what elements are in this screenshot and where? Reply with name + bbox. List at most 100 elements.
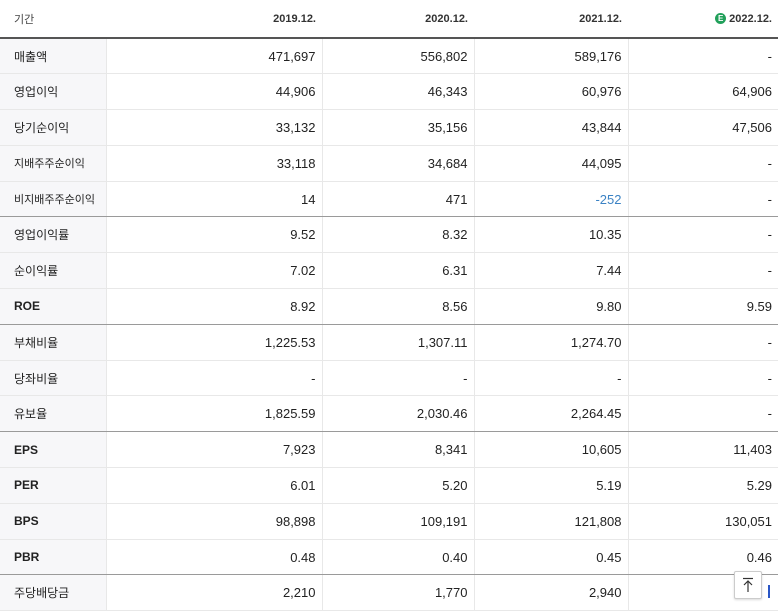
cell-value: 47,506 [627, 109, 778, 146]
table-row-net-income: 당기순이익 33,132 35,156 43,844 47,506 [0, 109, 778, 146]
table-row-per: PER 6.01 5.20 5.19 5.29 [0, 467, 778, 504]
cell-value: 556,802 [321, 38, 474, 75]
cell-value: 471 [321, 181, 474, 218]
cell-value: - [627, 395, 778, 433]
cell-value-negative: -252 [473, 181, 628, 218]
row-label: PER [0, 467, 106, 504]
table-row-operating-profit: 영업이익 44,906 46,343 60,976 64,906 [0, 73, 778, 111]
table-row-bps: BPS 98,898 109,191 121,808 130,051 [0, 503, 778, 540]
cell-value: 33,132 [105, 109, 322, 146]
cell-value: 64,906 [627, 73, 778, 111]
row-label: 유보율 [0, 395, 106, 433]
cell-value: 6.31 [321, 252, 474, 290]
table-row-net-margin: 순이익률 7.02 6.31 7.44 - [0, 252, 778, 290]
cell-value: 9.59 [627, 288, 778, 325]
year-label: 2021.12. [579, 12, 622, 25]
cell-value: 5.20 [321, 467, 474, 504]
cell-value: 35,156 [321, 109, 474, 146]
cell-value: 11,403 [627, 431, 778, 469]
table-row-operating-margin: 영업이익률 9.52 8.32 10.35 - [0, 216, 778, 254]
cell-value: 5.19 [473, 467, 628, 504]
cell-value: 2,030.46 [321, 395, 474, 433]
table-row-reserve-ratio: 유보율 1,825.59 2,030.46 2,264.45 - [0, 395, 778, 433]
cell-value: 60,976 [473, 73, 628, 111]
cell-value: - [627, 324, 778, 361]
cell-value: 8.32 [321, 216, 474, 254]
cell-value: - [627, 145, 778, 182]
cell-value: 0.46 [627, 539, 778, 576]
table-row-dividend-per-share: 주당배당금 2,210 1,770 2,940 [0, 574, 778, 611]
cell-value: 44,095 [473, 145, 628, 182]
table-row-revenue: 매출액 471,697 556,802 589,176 - [0, 38, 778, 75]
cell-value: 1,274.70 [473, 324, 628, 361]
row-label: PBR [0, 539, 106, 576]
cell-value: 43,844 [473, 109, 628, 146]
cell-value: 8,341 [321, 431, 474, 469]
cell-value: - [627, 216, 778, 254]
year-label: 2019.12. [273, 12, 316, 25]
cell-value: 1,770 [321, 574, 474, 611]
cell-value: 1,825.59 [105, 395, 322, 433]
cell-value: 130,051 [627, 503, 778, 540]
scroll-to-top-button[interactable] [734, 571, 762, 599]
cell-value: 121,808 [473, 503, 628, 540]
cell-value: 5.29 [627, 467, 778, 504]
cell-value: - [627, 252, 778, 290]
cell-value: - [321, 360, 474, 397]
row-label: 당기순이익 [0, 109, 106, 146]
row-label: ROE [0, 288, 106, 325]
row-label: 영업이익 [0, 73, 106, 111]
cell-value: 7.02 [105, 252, 322, 290]
year-header-2020: 2020.12. [322, 0, 474, 39]
table-header-row: 기간 2019.12. 2020.12. 2021.12. E 2022.12. [0, 0, 778, 39]
cell-value: 0.40 [321, 539, 474, 576]
row-label: 부채비율 [0, 324, 106, 361]
table-row-controlling-net-income: 지배주주순이익 33,118 34,684 44,095 - [0, 145, 778, 182]
cell-value: 6.01 [105, 467, 322, 504]
cell-value: - [473, 360, 628, 397]
period-header: 기간 [0, 0, 106, 39]
cell-value: 10.35 [473, 216, 628, 254]
table-row-quick-ratio: 당좌비율 - - - - [0, 360, 778, 397]
year-header-2022-estimate: E 2022.12. [628, 0, 778, 39]
arrow-up-icon [743, 577, 753, 592]
cell-value: 471,697 [105, 38, 322, 75]
cell-value: 34,684 [321, 145, 474, 182]
cell-value: 1,225.53 [105, 324, 322, 361]
cell-value: - [105, 360, 322, 397]
row-label: 비지배주주순이익 [0, 181, 106, 218]
year-label: 2022.12. [729, 12, 772, 25]
row-label: 지배주주순이익 [0, 145, 106, 182]
row-label: 영업이익률 [0, 216, 106, 254]
cell-value: 9.80 [473, 288, 628, 325]
cell-value: - [627, 360, 778, 397]
cell-value: 2,940 [473, 574, 628, 611]
cell-value: 7,923 [105, 431, 322, 469]
year-header-2019: 2019.12. [106, 0, 322, 39]
cell-value: 2,210 [105, 574, 322, 611]
row-label: BPS [0, 503, 106, 540]
row-label: EPS [0, 431, 106, 469]
cell-value: 8.56 [321, 288, 474, 325]
cell-value: 46,343 [321, 73, 474, 111]
cell-value: 7.44 [473, 252, 628, 290]
cell-value: - [627, 38, 778, 75]
cell-value: 10,605 [473, 431, 628, 469]
row-label: 매출액 [0, 38, 106, 75]
cell-value: 8.92 [105, 288, 322, 325]
cell-value: 33,118 [105, 145, 322, 182]
year-header-2021: 2021.12. [474, 0, 628, 39]
row-label: 주당배당금 [0, 574, 106, 611]
cell-value: 589,176 [473, 38, 628, 75]
cell-value: 0.45 [473, 539, 628, 576]
estimate-icon: E [715, 13, 727, 25]
financial-summary-table: 기간 2019.12. 2020.12. 2021.12. E 2022.12. … [0, 0, 778, 611]
cell-value: 14 [105, 181, 322, 218]
cell-value: 44,906 [105, 73, 322, 111]
table-row-eps: EPS 7,923 8,341 10,605 11,403 [0, 431, 778, 469]
row-label: 당좌비율 [0, 360, 106, 397]
cell-value: 109,191 [321, 503, 474, 540]
table-row-noncontrolling-net-income: 비지배주주순이익 14 471 -252 - [0, 181, 778, 218]
cell-value: 1,307.11 [321, 324, 474, 361]
table-row-roe: ROE 8.92 8.56 9.80 9.59 [0, 288, 778, 325]
